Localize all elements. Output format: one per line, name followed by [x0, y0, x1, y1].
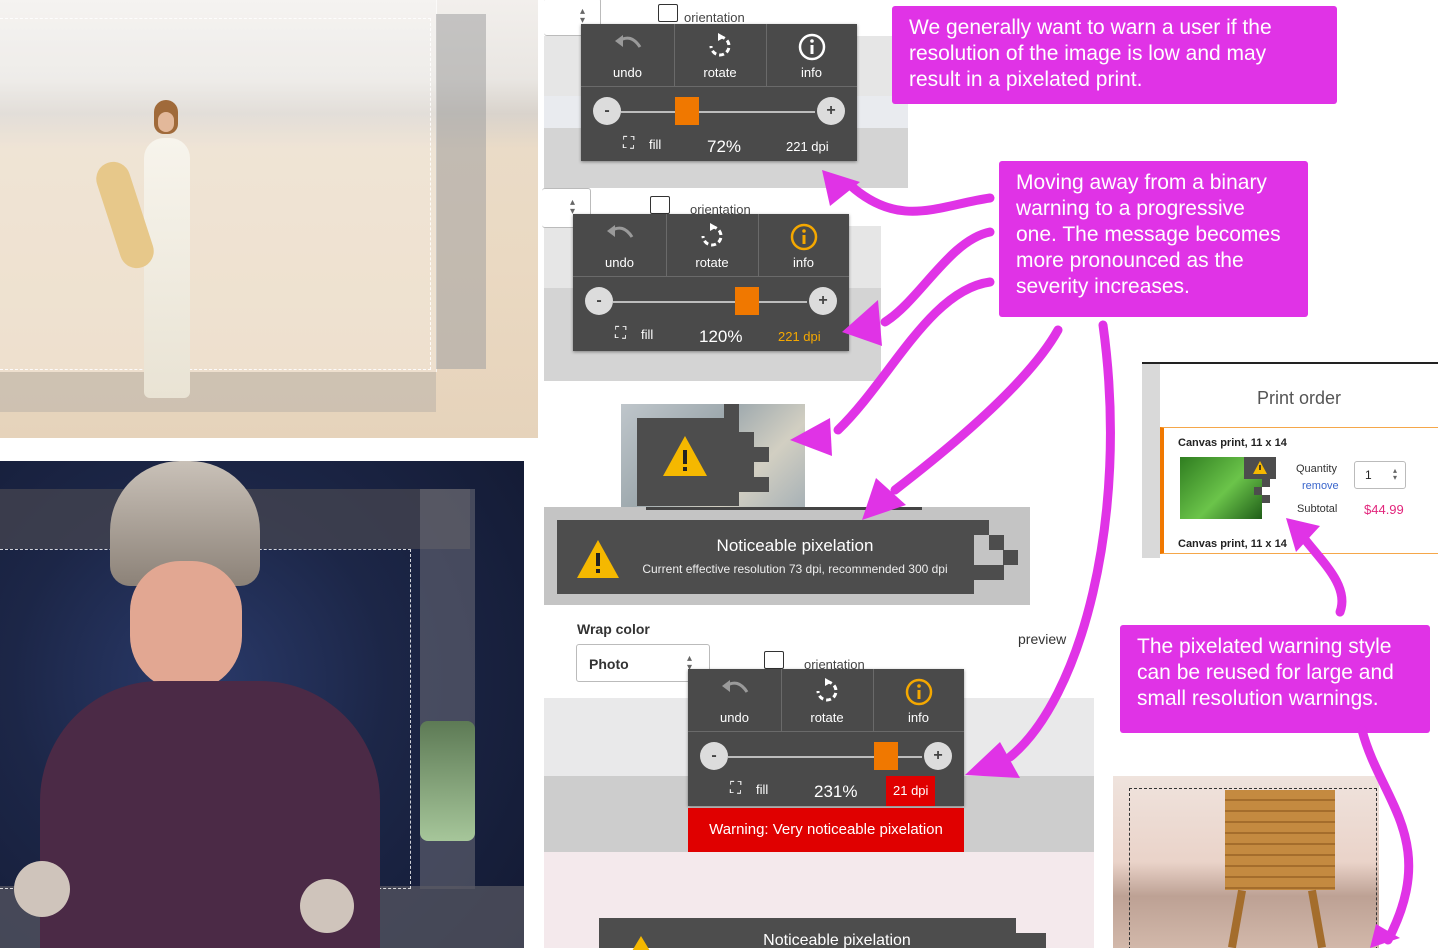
- arrowhead: [842, 300, 882, 346]
- arrowhead: [790, 418, 832, 456]
- annotation-arrows: [790, 170, 1414, 948]
